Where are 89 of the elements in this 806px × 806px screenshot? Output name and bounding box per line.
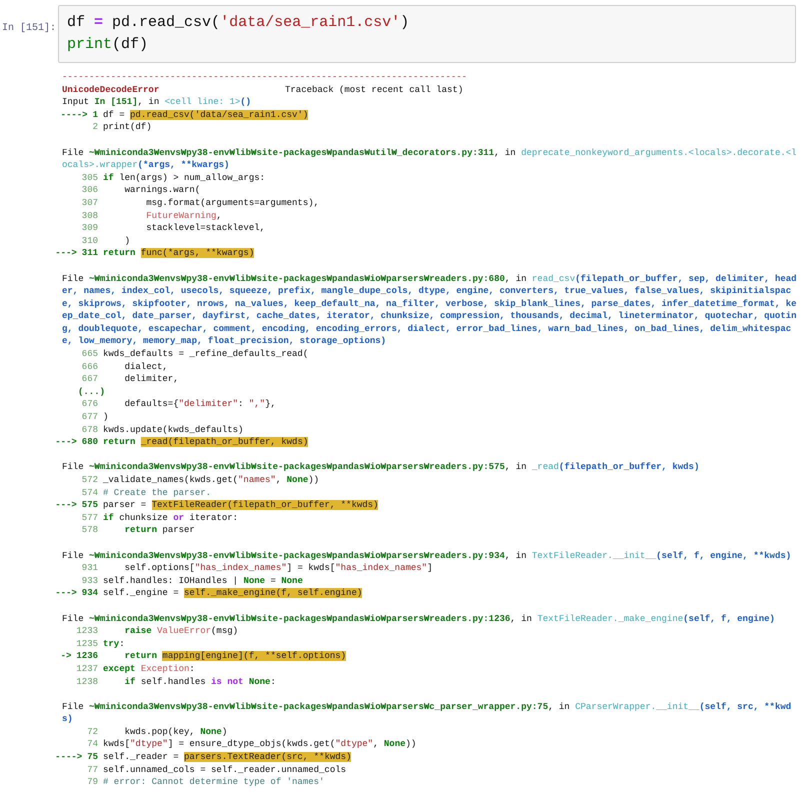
ellipsis-marker: (...) (78, 386, 106, 397)
file-location-line: Input In [151], in <cell line: 1>() (62, 96, 252, 109)
code-line: raise ValueError(msg) (124, 625, 238, 638)
line-number: 572 (82, 474, 98, 487)
code-line: return parser (124, 524, 195, 537)
code-line: return mapping[engine](f, **self.options) (124, 650, 346, 663)
code-line: kwds_defaults = _refine_defaults_read( (102, 348, 308, 361)
current-line-arrow: ----> (55, 751, 82, 764)
line-number: 678 (82, 424, 98, 436)
code-line: return func(*args, **kwargs) (102, 247, 254, 260)
line-number: 677 (82, 411, 98, 424)
code-line: self.options["has_index_names"] = kwds["has_index_names"] (124, 562, 432, 575)
line-number: 306 (82, 184, 98, 197)
code-input-cell[interactable]: df = pd.read_csv('data/sea_rain1.csv') print(df) (58, 5, 796, 63)
code-line: parser = TextFileReader(filepath_or_buffer, **kwds) (102, 499, 378, 512)
separator-line: --------------------------------------------------------------------------- (62, 71, 468, 84)
code-line: FutureWarning, (145, 210, 222, 222)
line-number: 79 (87, 776, 98, 789)
file-location-line: File ~₩miniconda3₩envs₩py38-env₩lib₩site-packages₩pandas₩io₩parsers₩readers.py:1236, in TextFileReader._make_engine(self, f, engine) (62, 612, 776, 626)
current-line-arrow: ---> (55, 499, 77, 512)
code-line: msg.format(arguments=arguments), (145, 196, 320, 210)
line-number: 667 (82, 373, 98, 386)
line-number: 575 (82, 499, 98, 512)
code-line: except Exception: (102, 662, 195, 676)
input-prompt: In [151]: (2, 23, 56, 34)
line-number: 680 (82, 436, 98, 449)
current-line-arrow: -> (60, 650, 72, 663)
code-line: self.handles: IOHandles | None = None (102, 574, 303, 588)
code-line: print(df) (102, 121, 152, 134)
code-line: self.unnamed_cols = self._reader.unnamed_cols (102, 764, 346, 776)
code-line: _validate_names(kwds.get("names", None)) (102, 474, 320, 487)
code-line: self._engine = self._make_engine(f, self.engine) (102, 587, 362, 600)
file-location-line: File ~₩miniconda3₩envs₩py38-env₩lib₩site-packages₩pandas₩io₩parsers₩readers.py:680, in read_csv(filepath_or_buffer, sep, delimiter, header, names, index_col, usecols, squeeze, prefix, mangle_dupe_cols, dtype, engine, converters, true_values, false_values, skipinitialspace, skiprows, skipfooter, nrows, na_values, keep_default_na, na_filter, verbose, skip_blank_lines, parse_dates, infer_datetime_format, keep_date_col, date_parser, dayfirst, cache_dates, iterator, chunksize, compression, thousands, decimal, lineterminator, quotechar, quoting, doublequote, escapechar, comment, encoding, encoding_errors, dialect, error_bad_lines, warn_bad_lines, on_bad_lines, delim_whitespace, low_memory, memory_map, float_precision, storage_options) (62, 272, 797, 348)
code-line: stacklevel=stacklevel, (145, 222, 266, 235)
line-number: 311 (82, 247, 98, 260)
line-number: 72 (87, 726, 98, 738)
code-line: kwds.pop(key, None) (124, 726, 228, 738)
current-line-arrow: ---> (55, 247, 77, 260)
code-line: # Create the parser. (102, 486, 212, 500)
line-number: 665 (82, 348, 98, 361)
line-number: 1236 (76, 650, 98, 663)
line-number: 1233 (76, 625, 98, 638)
line-number: 305 (82, 172, 98, 184)
code-line: kwds["dtype"] = ensure_dtype_objs(kwds.get("dtype", None)) (102, 738, 416, 752)
code-line: delimiter, (124, 373, 179, 386)
line-number: 307 (82, 196, 98, 210)
file-location-line: File ~₩miniconda3₩envs₩py38-env₩lib₩site-packages₩pandas₩util₩_decorators.py:311, in deprecate_nonkeyword_arguments.<locals>.decorate.<locals>.wrapper(*args, **kwargs) (62, 146, 797, 172)
current-line-arrow: ---> (55, 436, 77, 449)
code-line: df = pd.read_csv('data/sea_rain1.csv') (67, 13, 410, 33)
code-line: if len(args) > num_allow_args: (102, 172, 266, 184)
line-number: 574 (82, 486, 98, 500)
line-number: 1238 (76, 676, 98, 688)
line-number: 1237 (76, 662, 98, 676)
code-line: warnings.warn( (124, 184, 200, 197)
code-line: try: (102, 638, 125, 650)
line-number: 933 (82, 574, 98, 588)
code-line: if self.handles is not None: (124, 676, 276, 688)
code-line: print(df) (67, 35, 148, 55)
code-line: if chunksize or iterator: (102, 512, 238, 524)
line-number: 77 (87, 764, 98, 776)
line-number: 2 (92, 121, 98, 134)
traceback-label: Traceback (most recent call last) (285, 84, 464, 96)
code-line: # error: Cannot determine type of 'names' (102, 776, 324, 789)
line-number: 308 (82, 210, 98, 222)
code-line: dialect, (124, 360, 168, 374)
code-line: df = pd.read_csv('data/sea_rain1.csv') (102, 108, 308, 122)
current-line-arrow: ----> (60, 108, 88, 122)
line-number: 310 (82, 234, 98, 248)
line-number: 309 (82, 222, 98, 235)
line-number: 578 (82, 524, 98, 537)
file-location-line: File ~₩miniconda3₩envs₩py38-env₩lib₩site-packages₩pandas₩io₩parsers₩c_parser_wrapper.py:75, in CParserWrapper.__init__(self, src, **kwds) (62, 700, 792, 726)
line-number: 931 (82, 562, 98, 575)
current-line-arrow: ---> (55, 587, 77, 600)
line-number: 577 (82, 512, 98, 524)
code-line: ) (124, 234, 130, 248)
line-number: 1235 (76, 638, 98, 650)
line-number: 666 (82, 360, 98, 374)
file-location-line: File ~₩miniconda3₩envs₩py38-env₩lib₩site-packages₩pandas₩io₩parsers₩readers.py:934, in TextFileReader.__init__(self, f, engine, **kwds) (62, 550, 792, 562)
line-number: 676 (82, 398, 98, 412)
code-line: defaults={"delimiter": ","}, (124, 398, 276, 412)
code-line: ) (102, 411, 108, 424)
code-line: self._reader = parsers.TextReader(src, **kwds) (102, 751, 352, 764)
code-line: kwds.update(kwds_defaults) (102, 424, 244, 436)
line-number: 75 (87, 751, 98, 764)
line-number: 934 (82, 587, 98, 600)
error-name: UnicodeDecodeError (62, 84, 160, 96)
line-number: 74 (87, 738, 98, 752)
line-number: 1 (92, 108, 98, 122)
file-location-line: File ~₩miniconda3₩envs₩py38-env₩lib₩site-packages₩pandas₩io₩parsers₩readers.py:575, in _read(filepath_or_buffer, kwds) (62, 461, 700, 474)
